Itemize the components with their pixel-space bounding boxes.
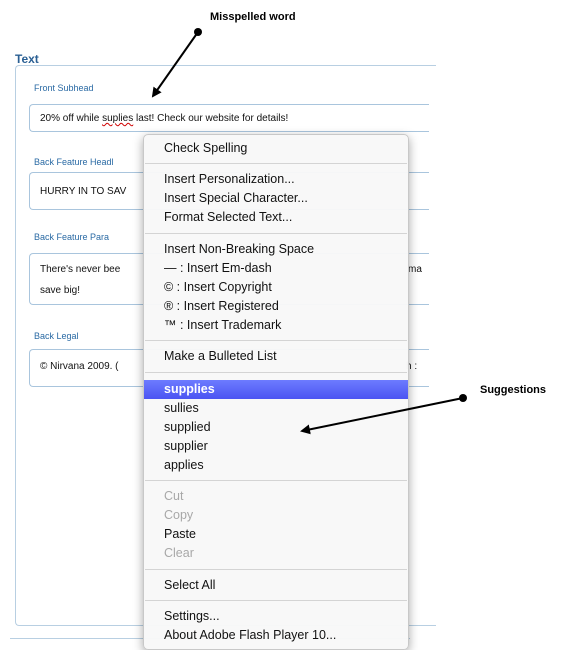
menu-item-copy: Copy xyxy=(164,508,194,522)
front-subhead-text-after: last! Check our website for details! xyxy=(133,113,289,124)
back-feature-para-label: Back Feature Para xyxy=(34,232,110,242)
menu-separator xyxy=(145,600,407,601)
menu-item-insert-registered[interactable]: ® : Insert Registered xyxy=(144,297,408,316)
menu-item-insert-special-character[interactable]: Insert Special Character... xyxy=(144,189,408,208)
misspelled-word: suplies xyxy=(102,113,134,124)
suggestion-item[interactable]: supplier xyxy=(144,437,408,456)
menu-item-about-flash-player[interactable]: About Adobe Flash Player 10... xyxy=(144,626,408,645)
menu-item-paste[interactable]: Paste xyxy=(144,525,408,544)
back-feature-para-line1-tail: ma xyxy=(408,264,422,275)
menu-item-check-spelling[interactable]: Check Spelling xyxy=(144,139,408,158)
suggestion-item[interactable]: supplied xyxy=(144,418,408,437)
misspelled-word-callout: Misspelled word xyxy=(210,11,296,23)
menu-item-select-all[interactable]: Select All xyxy=(144,576,408,595)
suggestion-item[interactable]: sullies xyxy=(144,399,408,418)
back-feature-headline-label: Back Feature Headl xyxy=(34,157,114,167)
menu-separator xyxy=(145,233,407,234)
menu-item-insert-personalization[interactable]: Insert Personalization... xyxy=(144,170,408,189)
back-feature-headline-text: HURRY IN TO SAV xyxy=(40,186,127,197)
menu-separator xyxy=(145,480,407,481)
menu-item-insert-em-dash[interactable]: — : Insert Em-dash xyxy=(144,259,408,278)
menu-item-format-selected-text[interactable]: Format Selected Text... xyxy=(144,208,408,227)
front-subhead-field[interactable]: 20% off while suplies last! Check our we… xyxy=(29,104,429,132)
panel-title: Text xyxy=(15,52,39,66)
suggestion-item[interactable]: supplies xyxy=(144,380,408,399)
menu-item-insert-copyright[interactable]: © : Insert Copyright xyxy=(144,278,408,297)
front-subhead-text-before: 20% off while xyxy=(40,113,103,124)
suggestions-callout: Suggestions xyxy=(480,384,547,396)
menu-item-make-bulleted-list[interactable]: Make a Bulleted List xyxy=(144,347,408,366)
menu-separator xyxy=(145,569,407,570)
menu-item-settings[interactable]: Settings... xyxy=(144,607,408,626)
back-legal-label: Back Legal xyxy=(34,331,79,341)
menu-separator xyxy=(145,372,407,373)
menu-item-clear: Clear xyxy=(164,546,194,560)
front-subhead-label: Front Subhead xyxy=(34,83,94,93)
back-feature-para-line1: There's never bee xyxy=(40,264,121,275)
menu-separator xyxy=(145,163,407,164)
context-menu: Check Spelling Insert Personalization...… xyxy=(143,134,409,650)
suggestion-item[interactable]: applies xyxy=(144,456,408,475)
menu-item-cut: Cut xyxy=(164,489,184,503)
back-legal-text: © Nirvana 2009. ( xyxy=(40,361,119,372)
menu-separator xyxy=(145,340,407,341)
menu-item-insert-non-breaking-space[interactable]: Insert Non-Breaking Space xyxy=(144,240,408,259)
menu-item-insert-trademark[interactable]: ™ : Insert Trademark xyxy=(144,316,408,335)
